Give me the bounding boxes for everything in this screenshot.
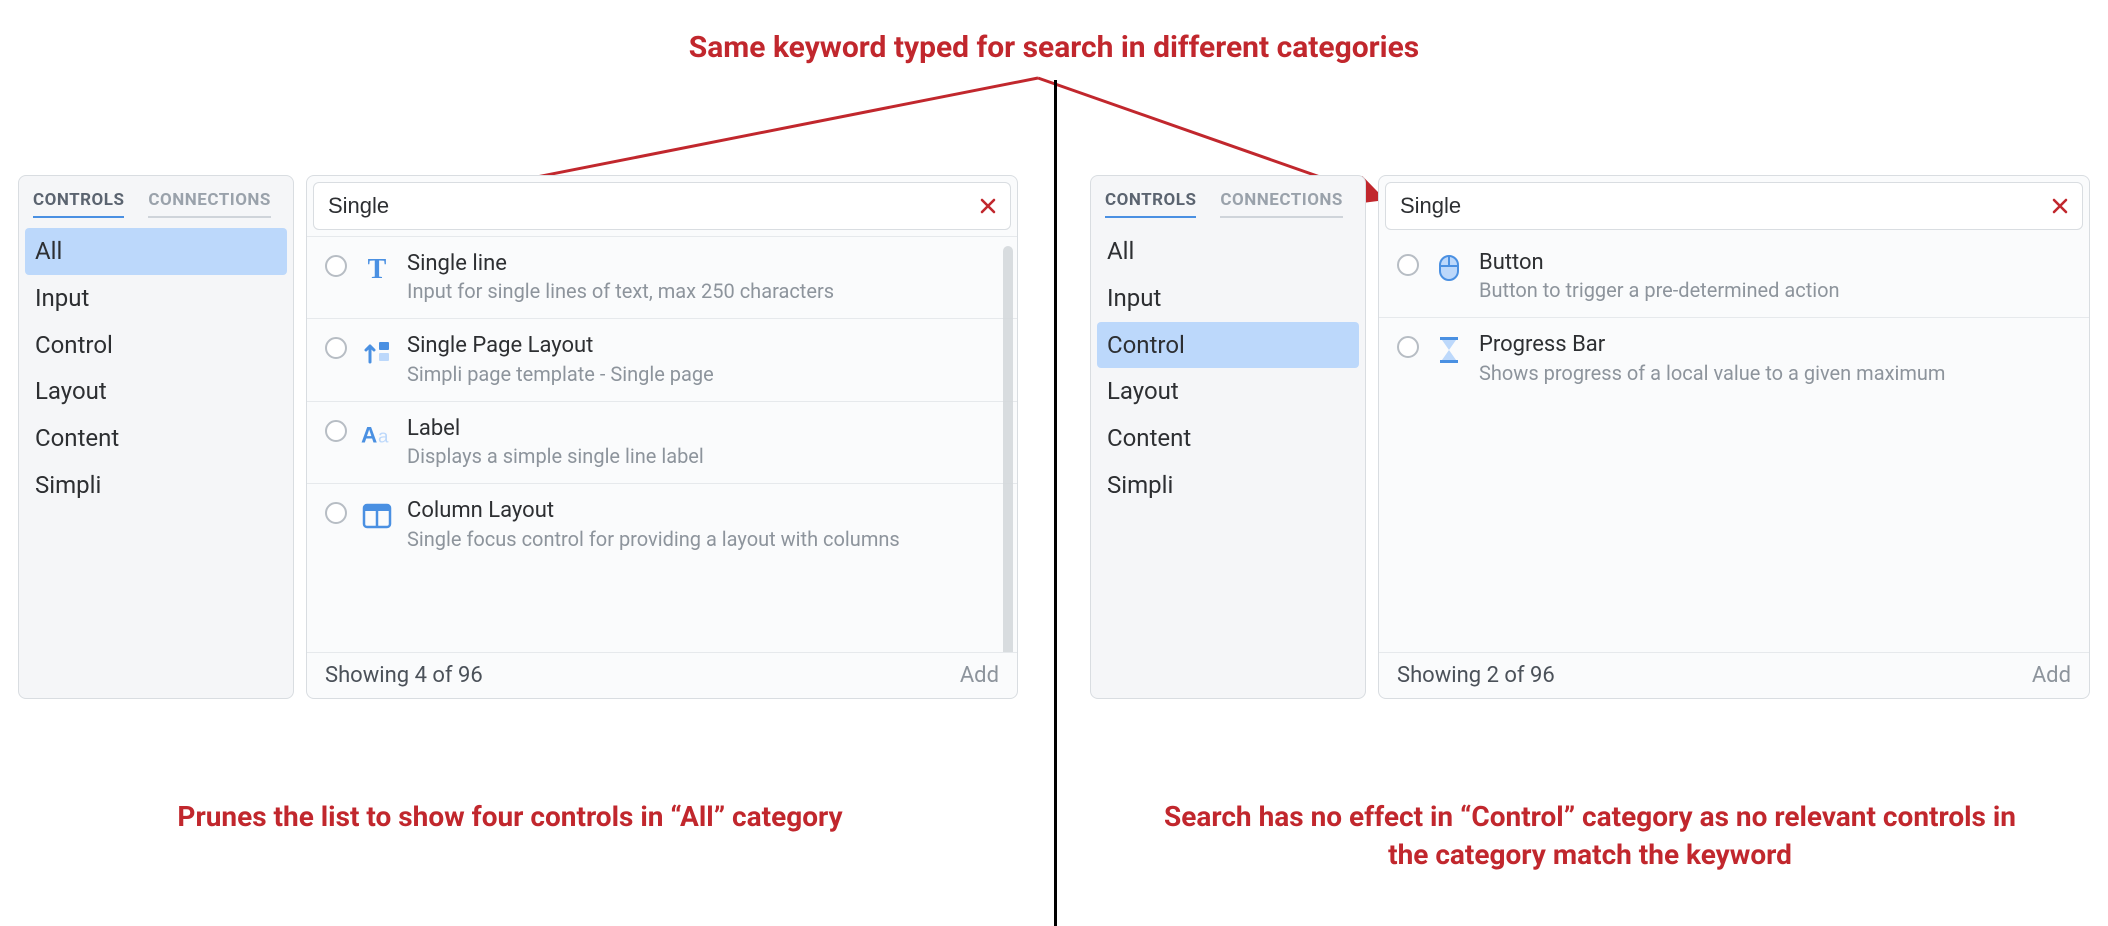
- select-radio[interactable]: [325, 420, 347, 442]
- clear-search-icon[interactable]: [2050, 196, 2070, 216]
- result-text: Column Layout Single focus control for pr…: [407, 498, 999, 551]
- category-item[interactable]: Simpli: [1097, 462, 1359, 509]
- caption-right: Search has no effect in “Control” catego…: [1160, 798, 2020, 874]
- category-item[interactable]: Control: [1097, 322, 1359, 369]
- category-item[interactable]: Simpli: [25, 462, 287, 509]
- tab-connections[interactable]: CONNECTIONS: [148, 190, 270, 218]
- result-title: Single line: [407, 251, 999, 277]
- svg-text:T: T: [368, 254, 387, 284]
- category-list-left: AllInputControlLayoutContentSimpli: [25, 228, 287, 509]
- category-item[interactable]: All: [1097, 228, 1359, 275]
- add-button[interactable]: Add: [960, 663, 999, 688]
- result-desc: Simpli page template - Single page: [407, 362, 999, 387]
- tab-controls[interactable]: CONTROLS: [33, 190, 124, 218]
- headline: Same keyword typed for search in differe…: [0, 30, 2108, 65]
- search-bar: [1385, 182, 2083, 230]
- results-footer: Showing 4 of 96 Add: [307, 652, 1017, 698]
- category-item[interactable]: Input: [25, 275, 287, 322]
- result-desc: Displays a simple single line label: [407, 444, 999, 469]
- result-desc: Single focus control for providing a lay…: [407, 527, 999, 552]
- results-list-right: ButtonButton to trigger a pre-determined…: [1379, 236, 2089, 652]
- result-title: Column Layout: [407, 498, 999, 524]
- result-row[interactable]: Aa LabelDisplays a simple single line lab…: [307, 401, 1017, 483]
- mouse-icon: [1433, 252, 1465, 284]
- result-row[interactable]: Column Layout Single focus control for pr…: [307, 483, 1017, 565]
- results-panel-left: T Single lineInput for single lines of te…: [306, 175, 1018, 699]
- svg-text:a: a: [378, 425, 389, 446]
- category-item[interactable]: Content: [1097, 415, 1359, 462]
- add-button[interactable]: Add: [2032, 663, 2071, 688]
- panel-right: CONTROLS CONNECTIONS AllInputControlLayo…: [1090, 175, 2090, 699]
- result-title: Label: [407, 416, 999, 442]
- sidebar-right: CONTROLS CONNECTIONS AllInputControlLayo…: [1090, 175, 1366, 699]
- category-list-right: AllInputControlLayoutContentSimpli: [1097, 228, 1359, 509]
- result-title: Single Page Layout: [407, 333, 999, 359]
- result-title: Button: [1479, 250, 2071, 276]
- result-row[interactable]: Progress Bar Shows progress of a local va…: [1379, 317, 2089, 399]
- tabs: CONTROLS CONNECTIONS: [1097, 184, 1359, 218]
- result-text: ButtonButton to trigger a pre-determined…: [1479, 250, 2071, 303]
- page: Same keyword typed for search in differe…: [0, 0, 2108, 926]
- results-list-left: T Single lineInput for single lines of te…: [307, 236, 1017, 652]
- svg-text:A: A: [361, 422, 377, 447]
- text-icon: T: [361, 253, 393, 285]
- category-item[interactable]: Content: [25, 415, 287, 462]
- result-desc: Button to trigger a pre-determined actio…: [1479, 278, 2071, 303]
- hourglass-icon: [1433, 334, 1465, 366]
- tabs: CONTROLS CONNECTIONS: [25, 184, 287, 218]
- category-item[interactable]: Layout: [25, 368, 287, 415]
- category-item[interactable]: Control: [25, 322, 287, 369]
- result-text: Single Page Layout Simpli page template -…: [407, 333, 999, 386]
- showing-count: Showing 4 of 96: [325, 663, 483, 688]
- select-radio[interactable]: [325, 502, 347, 524]
- result-desc: Shows progress of a local value to a giv…: [1479, 361, 2071, 386]
- search-bar: [313, 182, 1011, 230]
- select-radio[interactable]: [325, 337, 347, 359]
- showing-count: Showing 2 of 96: [1397, 663, 1555, 688]
- category-item[interactable]: Input: [1097, 275, 1359, 322]
- result-desc: Input for single lines of text, max 250 …: [407, 279, 999, 304]
- result-text: LabelDisplays a simple single line label: [407, 416, 999, 469]
- scrollbar[interactable]: [1003, 246, 1013, 652]
- select-radio[interactable]: [325, 255, 347, 277]
- search-input[interactable]: [1398, 192, 2050, 220]
- select-radio[interactable]: [1397, 336, 1419, 358]
- result-row[interactable]: T Single lineInput for single lines of te…: [307, 236, 1017, 318]
- select-radio[interactable]: [1397, 254, 1419, 276]
- result-row[interactable]: Single Page Layout Simpli page template -…: [307, 318, 1017, 400]
- tab-connections[interactable]: CONNECTIONS: [1220, 190, 1342, 218]
- results-footer: Showing 2 of 96 Add: [1379, 652, 2089, 698]
- tab-controls[interactable]: CONTROLS: [1105, 190, 1196, 218]
- result-row[interactable]: ButtonButton to trigger a pre-determined…: [1379, 236, 2089, 317]
- results-panel-right: ButtonButton to trigger a pre-determined…: [1378, 175, 2090, 699]
- result-text: Single lineInput for single lines of tex…: [407, 251, 999, 304]
- aa-icon: Aa: [361, 418, 393, 450]
- category-item[interactable]: Layout: [1097, 368, 1359, 415]
- page-up-icon: [361, 335, 393, 367]
- search-input[interactable]: [326, 192, 978, 220]
- caption-left: Prunes the list to show four controls in…: [60, 798, 960, 836]
- category-item[interactable]: All: [25, 228, 287, 275]
- sidebar-left: CONTROLS CONNECTIONS AllInputControlLayo…: [18, 175, 294, 699]
- result-title: Progress Bar: [1479, 332, 2071, 358]
- clear-search-icon[interactable]: [978, 196, 998, 216]
- columns-icon: [361, 500, 393, 532]
- result-text: Progress Bar Shows progress of a local va…: [1479, 332, 2071, 385]
- vertical-divider: [1054, 80, 1057, 926]
- panel-left: CONTROLS CONNECTIONS AllInputControlLayo…: [18, 175, 1018, 699]
